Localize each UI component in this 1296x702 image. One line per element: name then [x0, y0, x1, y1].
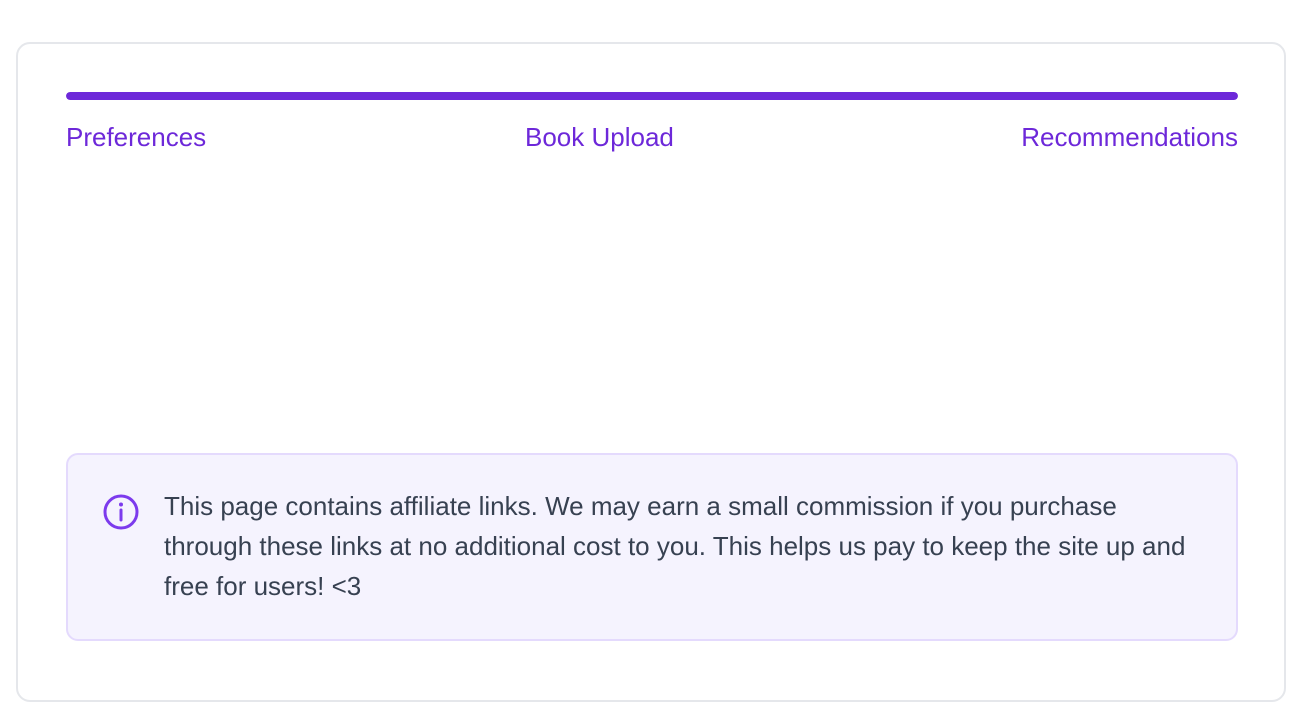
affiliate-notice: This page contains affiliate links. We m…: [66, 453, 1238, 641]
wizard-card: Preferences Book Upload Recommendations …: [16, 42, 1286, 702]
step-book-upload[interactable]: Book Upload: [525, 122, 674, 152]
info-icon: [103, 494, 139, 530]
step-recommendations[interactable]: Recommendations: [1021, 122, 1238, 152]
progress-bar-fill: [66, 92, 1238, 100]
progress-bar: [66, 92, 1238, 100]
step-navigation: Preferences Book Upload Recommendations: [66, 122, 1238, 152]
step-preferences[interactable]: Preferences: [66, 122, 206, 152]
affiliate-notice-text: This page contains affiliate links. We m…: [164, 491, 1186, 601]
